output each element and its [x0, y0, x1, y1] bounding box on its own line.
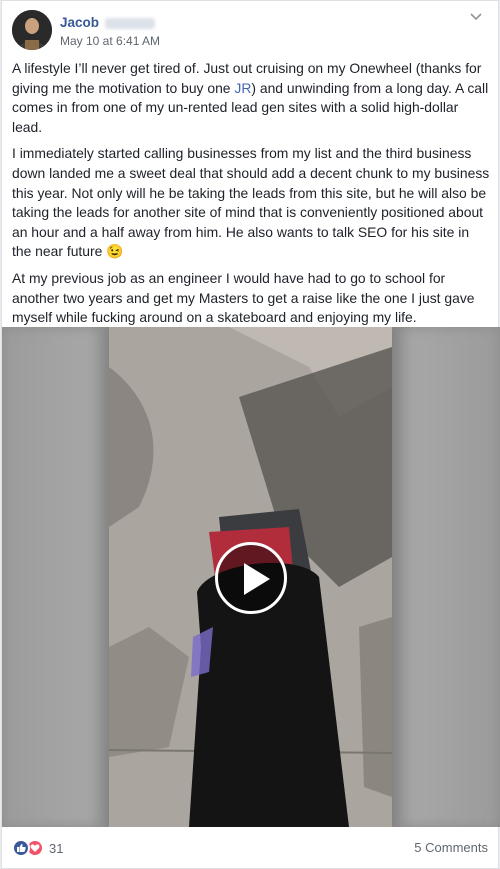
- video-player[interactable]: [2, 327, 500, 827]
- reaction-count: 31: [49, 840, 64, 856]
- post-footer: 31 5 Comments: [2, 827, 500, 869]
- play-button[interactable]: [215, 542, 287, 614]
- post-header: Jacob May 10 at 6:41 AM: [12, 10, 482, 52]
- comments-link[interactable]: 5 Comments: [414, 840, 488, 855]
- wink-emoji: 😉: [106, 243, 124, 260]
- avatar[interactable]: [12, 10, 52, 50]
- post-body: A lifestyle I’ll never get tired of. Jus…: [12, 59, 490, 335]
- chevron-down-icon: [470, 8, 482, 26]
- reactions-summary[interactable]: 31: [12, 839, 63, 857]
- post-card: Jacob May 10 at 6:41 AM A lifestyle I’ll…: [1, 0, 500, 869]
- post-paragraph-3: At my previous job as an engineer I woul…: [12, 269, 475, 326]
- post-paragraph-1: A lifestyle I’ll never get tired of. Jus…: [12, 60, 489, 135]
- post-timestamp[interactable]: May 10 at 6:41 AM: [60, 34, 160, 48]
- redacted-surname: [105, 17, 156, 29]
- author-name[interactable]: Jacob: [60, 15, 156, 30]
- tag-link-jr[interactable]: JR: [234, 80, 251, 96]
- post-paragraph-2: I immediately started calling businesses…: [12, 145, 490, 260]
- post-options-button[interactable]: [466, 8, 486, 26]
- like-icon: [12, 839, 30, 857]
